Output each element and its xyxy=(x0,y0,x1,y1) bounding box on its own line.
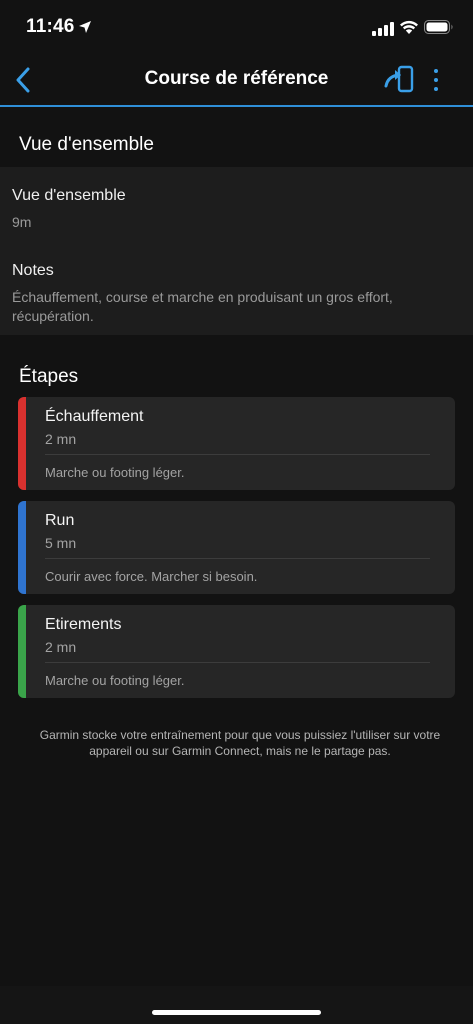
step-color-bar xyxy=(18,501,26,594)
more-dot-icon xyxy=(434,69,438,73)
step-duration: 2 mn xyxy=(45,639,77,655)
status-time: 11:46 xyxy=(26,16,75,37)
status-bar: 11:46 xyxy=(0,0,473,56)
overview-label: Vue d'ensemble xyxy=(12,187,126,204)
wifi-icon xyxy=(400,20,418,34)
step-name: Run xyxy=(45,512,75,529)
send-to-device-button[interactable] xyxy=(384,64,418,96)
step-name: Échauffement xyxy=(45,408,144,425)
navigation-bar: Course de référence xyxy=(0,56,473,107)
more-options-button[interactable] xyxy=(426,64,446,96)
privacy-footer-note: Garmin stocke votre entraînement pour qu… xyxy=(39,728,441,758)
step-divider xyxy=(45,454,430,455)
step-card-stretching[interactable]: Etirements 2 mn Marche ou footing léger. xyxy=(18,605,455,698)
step-note: Marche ou footing léger. xyxy=(45,673,185,688)
overview-panel: Vue d'ensemble 9m Notes Échauffement, co… xyxy=(0,167,473,335)
overview-section-heading: Vue d'ensemble xyxy=(19,134,154,155)
notes-label: Notes xyxy=(12,262,54,279)
steps-section-heading: Étapes xyxy=(19,366,79,387)
step-name: Etirements xyxy=(45,616,122,633)
step-divider xyxy=(45,558,430,559)
overview-duration-value: 9m xyxy=(12,214,32,230)
step-color-bar xyxy=(18,397,26,490)
bottom-bar xyxy=(0,986,473,1024)
notes-value: Échauffement, course et marche en produi… xyxy=(12,289,393,324)
more-dot-icon xyxy=(434,78,438,82)
step-duration: 2 mn xyxy=(45,431,77,447)
battery-icon xyxy=(424,20,453,34)
location-arrow-icon xyxy=(79,21,91,33)
step-card-warmup[interactable]: Échauffement 2 mn Marche ou footing lége… xyxy=(18,397,455,490)
step-duration: 5 mn xyxy=(45,535,77,551)
send-to-device-icon xyxy=(384,65,414,93)
more-dot-icon xyxy=(434,87,438,91)
cellular-signal-icon xyxy=(372,22,394,36)
step-card-run[interactable]: Run 5 mn Courir avec force. Marcher si b… xyxy=(18,501,455,594)
step-divider xyxy=(45,662,430,663)
home-indicator[interactable] xyxy=(152,1010,321,1015)
step-color-bar xyxy=(18,605,26,698)
step-note: Courir avec force. Marcher si besoin. xyxy=(45,569,258,584)
step-note: Marche ou footing léger. xyxy=(45,465,185,480)
